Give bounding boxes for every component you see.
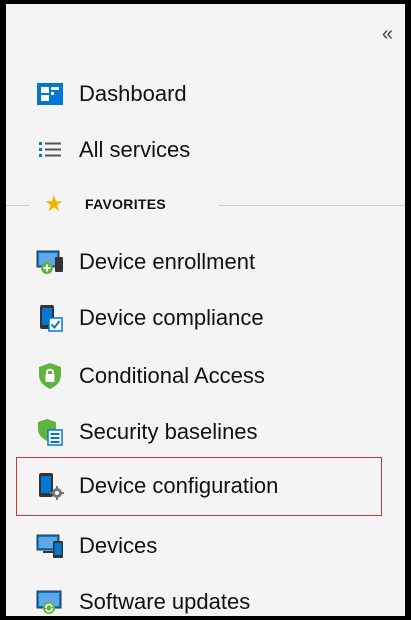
device-enrollment-icon [36,248,64,276]
nav-item-conditional-access[interactable]: Conditional Access [6,354,405,398]
nav-item-label: Device compliance [79,305,264,330]
device-configuration-icon [36,472,64,500]
nav-item-label: Device enrollment [79,249,256,274]
list-icon [36,136,64,164]
favorites-label: FAVORITES [85,196,167,212]
nav-item-label: Device configuration [79,473,279,498]
security-baselines-icon [36,418,64,446]
nav-item-devices[interactable]: Devices [6,524,405,568]
nav-item-dashboard[interactable]: Dashboard [6,72,405,116]
divider [218,205,405,206]
sidebar-panel: « Dashboard All services ★ FAVORITES Dev… [0,0,411,620]
divider [6,205,30,206]
favorites-section-header: ★ FAVORITES [6,188,405,222]
nav-item-device-enrollment[interactable]: Device enrollment [6,240,405,284]
nav-item-all-services[interactable]: All services [6,128,405,172]
nav-item-label: All services [79,137,191,162]
star-icon: ★ [44,191,64,216]
collapse-sidebar-button[interactable]: « [382,24,393,44]
software-updates-icon [36,588,64,616]
nav-item-label: Conditional Access [79,363,265,388]
devices-icon [36,532,64,560]
dashboard-icon [36,80,64,108]
nav-item-label: Security baselines [79,419,258,444]
nav-item-software-updates[interactable]: Software updates [6,580,405,616]
nav-item-device-configuration[interactable]: Device configuration [6,464,405,508]
conditional-access-icon [36,362,64,390]
device-compliance-icon [36,304,64,332]
nav-item-device-compliance[interactable]: Device compliance [6,296,405,340]
nav-item-security-baselines[interactable]: Security baselines [6,410,405,454]
nav-item-label: Devices [79,533,158,558]
nav-item-label: Dashboard [79,81,187,106]
nav-item-label: Software updates [79,589,251,614]
